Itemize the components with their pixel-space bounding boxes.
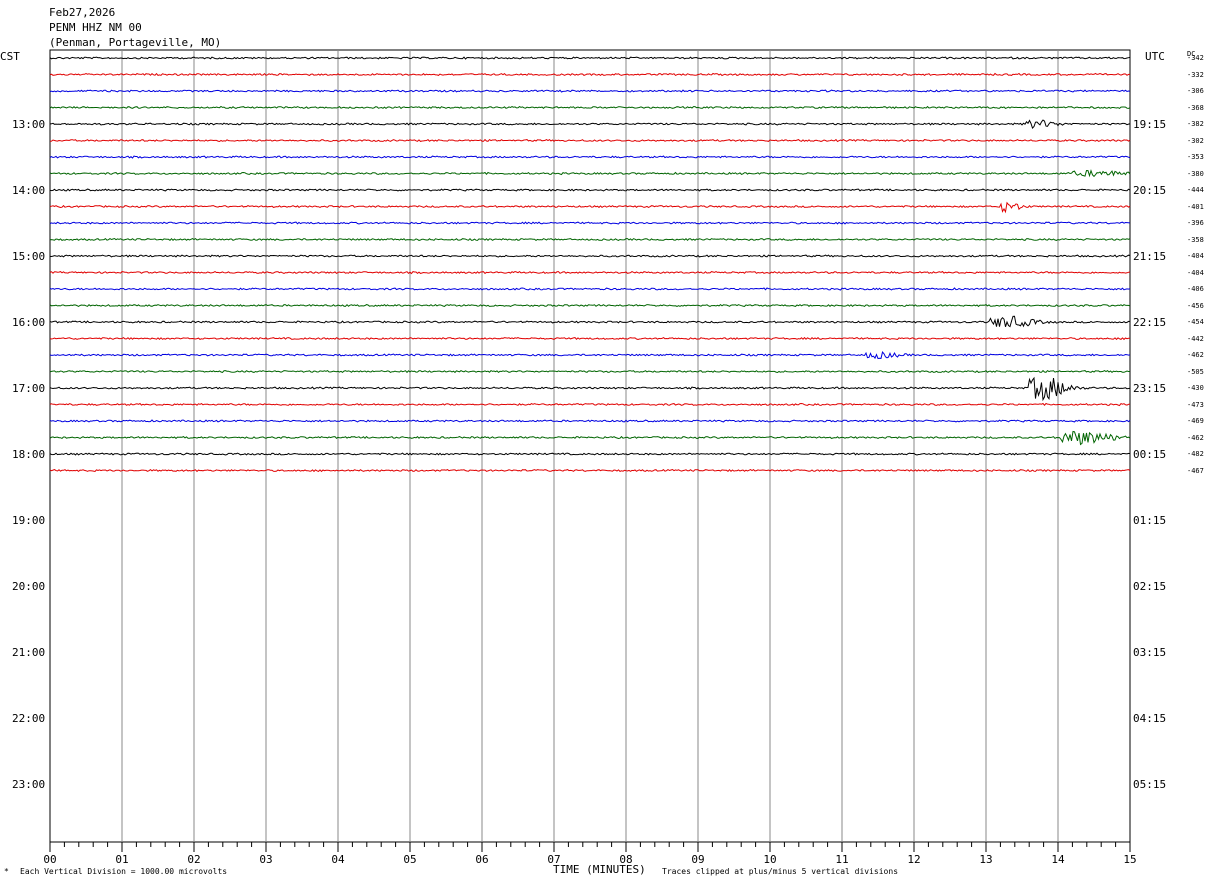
seismic-trace-24 [49,452,1131,456]
dc-offset-label: -482 [1187,450,1204,458]
dc-offset-label: -404 [1187,252,1204,260]
hour-label-utc: 20:15 [1133,184,1167,197]
seismic-trace-9 [49,201,1131,214]
dc-offset-label: -358 [1187,235,1204,244]
dc-offset-label: -332 [1187,70,1204,79]
seismic-trace-11 [49,237,1131,242]
seismic-trace-10 [49,221,1131,225]
x-tick-label: 11 [835,853,848,866]
hour-label-cst: 15:00 [12,250,46,263]
x-tick-label: 06 [475,853,488,866]
dc-offset-label: -430 [1187,384,1204,392]
x-tick-label: 03 [259,853,272,866]
dc-offset-label: -382 [1187,120,1204,128]
hour-label-utc: 02:15 [1133,580,1167,593]
x-tick-label: 14 [1051,853,1065,866]
seismic-trace-19 [49,369,1130,374]
seismic-trace-16 [49,315,1130,328]
hour-label-utc: 21:15 [1133,250,1167,263]
plot-frame [49,49,1131,843]
hour-label-utc: 00:15 [1133,448,1167,461]
seismic-trace-3 [49,105,1131,110]
seismic-trace-18 [49,351,1131,360]
hour-label-cst: 18:00 [12,448,46,461]
hour-label-cst: 20:00 [12,580,46,593]
dc-offset-label: -505 [1187,367,1204,376]
x-tick-label: 01 [115,853,128,866]
x-tick-label: 09 [691,853,704,866]
dc-offset-label: -469 [1187,417,1204,425]
seismic-trace-6 [49,155,1131,159]
hour-label-cst: 14:00 [12,184,46,197]
seismic-trace-5 [49,138,1131,143]
seismic-trace-17 [49,336,1130,341]
x-tick-label: 00 [43,853,56,866]
hour-label-cst: 22:00 [12,712,46,725]
seismic-trace-2 [49,89,1131,93]
dc-offset-label: -442 [1187,334,1204,343]
seismic-trace-13 [49,270,1131,275]
x-tick-label: 12 [907,853,920,866]
dc-offset-label: -467 [1187,466,1204,475]
seismic-trace-14 [49,287,1131,291]
hour-label-utc: 03:15 [1133,646,1167,659]
hour-label-cst: 21:00 [12,646,46,659]
x-axis-title: TIME (MINUTES) [553,863,646,876]
x-tick-label: 02 [187,853,200,866]
clip-note: Traces clipped at plus/minus 5 vertical … [662,867,899,876]
dc-offset-label: -473 [1187,400,1204,409]
scale-note: Each Vertical Division = 1000.00 microvo… [20,867,228,876]
hour-label-cst: 16:00 [12,316,46,329]
seismic-trace-1 [49,72,1130,77]
dc-offset-label: -401 [1187,202,1204,211]
x-tick-label: 13 [979,853,992,866]
hour-label-cst: 23:00 [12,778,46,791]
seismic-trace-23 [49,430,1131,446]
dc-offset-label: -380 [1187,169,1204,178]
hour-label-utc: 05:15 [1133,778,1167,791]
dc-offset-label: -396 [1187,219,1204,227]
dc-offset-label: -368 [1187,103,1204,112]
hour-label-utc: 04:15 [1133,712,1167,725]
seismic-trace-22 [49,419,1131,423]
x-tick-label: 05 [403,853,416,866]
seismic-trace-25 [49,468,1131,473]
x-tick-label: 15 [1123,853,1136,866]
x-tick-label: 10 [763,853,776,866]
footer-marker: * [4,867,9,876]
dc-offset-label: -306 [1187,87,1204,95]
seismic-trace-20 [49,376,1131,402]
hour-label-utc: 22:15 [1133,316,1167,329]
dc-offset-label: -353 [1187,153,1204,161]
seismic-trace-21 [49,402,1131,407]
seismic-trace-4 [49,119,1131,130]
dc-offset-label: -462 [1187,433,1204,442]
hour-label-utc: 23:15 [1133,382,1167,395]
dc-offset-label: -456 [1187,301,1204,310]
seismic-trace-12 [49,254,1131,258]
seismic-trace-15 [49,303,1131,308]
seismic-trace-8 [49,188,1131,192]
dc-offset-label: -404 [1187,268,1204,277]
hour-label-utc: 19:15 [1133,118,1167,131]
seismic-trace-0 [49,56,1131,60]
dc-offset-label: -462 [1187,351,1204,359]
hour-label-cst: 19:00 [12,514,46,527]
dc-offset-label: -454 [1187,318,1204,326]
dc-offset-label: -444 [1187,186,1204,194]
dc-offset-label: -302 [1187,136,1204,145]
dc-offset-label: -406 [1187,285,1204,293]
hour-label-cst: 13:00 [12,118,46,131]
seismic-trace-7 [49,169,1131,178]
seismogram-plot: 00 01 02 03 04 05 06 07 08 09 10 11 12 13 14 15 [43,49,1137,866]
dc-offset-label: -342 [1187,54,1204,62]
hour-label-utc: 01:15 [1133,514,1167,527]
hour-label-cst: 17:00 [12,382,46,395]
x-tick-label: 04 [331,853,345,866]
